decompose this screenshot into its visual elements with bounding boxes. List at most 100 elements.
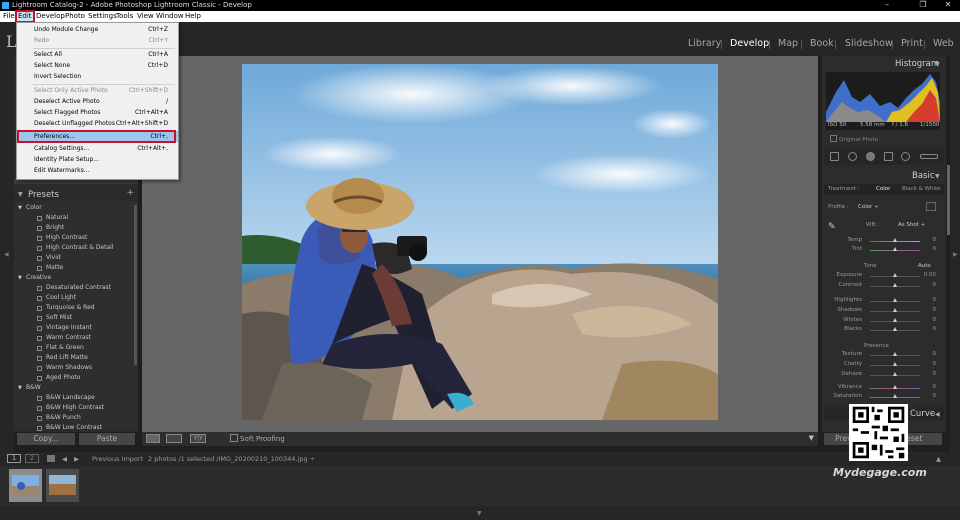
- preset-item[interactable]: Desaturated Contrast: [37, 284, 111, 291]
- preset-item[interactable]: Bright: [37, 224, 64, 231]
- slider-knob[interactable]: [893, 273, 897, 277]
- tone-auto-button[interactable]: Auto: [918, 263, 931, 269]
- copy-button[interactable]: Copy...: [17, 433, 75, 445]
- menu-view[interactable]: View: [135, 11, 156, 22]
- menu-item-catalog-settings[interactable]: Catalog Settings... Ctrl+Alt+,: [17, 143, 178, 154]
- preset-group[interactable]: ▼ Creative: [18, 274, 51, 281]
- preset-item[interactable]: Vintage Instant: [37, 324, 92, 331]
- graduated-filter-icon[interactable]: [884, 152, 893, 161]
- slider-knob[interactable]: [893, 298, 897, 302]
- preset-item[interactable]: Warm Shadows: [37, 364, 92, 371]
- adjustment-brush-icon[interactable]: [920, 154, 938, 159]
- right-edge-strip[interactable]: ▶: [950, 56, 960, 456]
- eyedropper-icon[interactable]: ✎: [828, 222, 836, 232]
- module-library[interactable]: Library: [688, 38, 721, 49]
- grid-view-icon[interactable]: [47, 455, 55, 462]
- menu-item-select-flagged[interactable]: Select Flagged Photos Ctrl+Alt+A: [17, 107, 178, 118]
- basic-collapse-icon[interactable]: ▼: [935, 173, 940, 180]
- add-preset-icon[interactable]: +: [126, 188, 134, 198]
- menu-item-select-none[interactable]: Select None Ctrl+D: [17, 60, 178, 71]
- paste-button[interactable]: Paste: [79, 433, 135, 445]
- main-photo[interactable]: [242, 64, 718, 420]
- preset-item[interactable]: Cool Light: [37, 294, 76, 301]
- module-slideshow[interactable]: Slideshow: [845, 38, 893, 49]
- compare-view-icon[interactable]: [166, 434, 182, 443]
- slider-knob[interactable]: [893, 394, 897, 398]
- source-label[interactable]: Previous Import: [92, 455, 143, 463]
- left-edge-strip[interactable]: ◀: [0, 56, 14, 456]
- preset-item[interactable]: Turquoise & Red: [37, 304, 95, 311]
- close-button[interactable]: ✕: [936, 0, 960, 11]
- menu-file[interactable]: File: [1, 11, 17, 22]
- slider-value[interactable]: 0: [922, 317, 937, 323]
- histogram-collapse-icon[interactable]: ▼: [935, 61, 940, 68]
- preset-item[interactable]: Natural: [37, 214, 68, 221]
- menu-item-deselect-unflagged[interactable]: Deselect Unflagged Photos Ctrl+Alt+Shift…: [17, 118, 178, 129]
- basic-title[interactable]: Basic: [912, 171, 935, 181]
- preset-group[interactable]: ▼ B&W: [18, 384, 41, 391]
- slider-knob[interactable]: [893, 283, 897, 287]
- slider-value[interactable]: 0: [922, 237, 937, 243]
- preset-item[interactable]: High Contrast & Detail: [37, 244, 114, 251]
- slider-value[interactable]: 0: [922, 371, 937, 377]
- left-scrollbar[interactable]: [134, 205, 137, 365]
- preset-item[interactable]: Flat & Green: [37, 344, 84, 351]
- menu-tools[interactable]: Tools: [114, 11, 135, 22]
- original-photo-checkbox[interactable]: Original Photo: [830, 135, 878, 143]
- slider-value[interactable]: 0: [922, 282, 937, 288]
- menu-help[interactable]: Help: [183, 11, 203, 22]
- menu-item-deselect-active[interactable]: Deselect Active Photo /: [17, 96, 178, 107]
- menu-edit[interactable]: Edit: [15, 10, 35, 23]
- menu-window[interactable]: Window: [154, 11, 186, 22]
- slider-knob[interactable]: [893, 238, 897, 242]
- slider-knob[interactable]: [893, 318, 897, 322]
- menu-item-edit-watermarks[interactable]: Edit Watermarks...: [17, 165, 178, 176]
- module-develop[interactable]: Develop: [730, 38, 769, 49]
- slider-value[interactable]: 0: [922, 393, 937, 399]
- slider-knob[interactable]: [893, 362, 897, 366]
- loupe-view-icon[interactable]: [146, 434, 160, 443]
- filmstrip-scroll-arrow-icon[interactable]: ▲: [936, 455, 941, 463]
- slider-value[interactable]: 0.00: [922, 272, 936, 278]
- preset-item[interactable]: B&W Landscape: [37, 394, 95, 401]
- slider-value[interactable]: 0: [922, 384, 937, 390]
- preset-item[interactable]: B&W Punch: [37, 414, 81, 421]
- menu-develop[interactable]: Develop: [34, 11, 67, 22]
- preset-item[interactable]: Warm Contrast: [37, 334, 91, 341]
- filmstrip-thumbnail-selected[interactable]: [9, 469, 42, 502]
- toolbar-menu-arrow-icon[interactable]: ▼: [809, 434, 814, 442]
- menu-photo[interactable]: Photo: [63, 11, 87, 22]
- presets-header[interactable]: ▼ Presets +: [14, 188, 138, 202]
- soft-proofing-checkbox[interactable]: [230, 434, 238, 442]
- maximize-button[interactable]: ❐: [911, 0, 935, 11]
- slider-knob[interactable]: [893, 352, 897, 356]
- minimize-button[interactable]: –: [875, 0, 899, 11]
- slider-value[interactable]: 0: [922, 351, 937, 357]
- back-arrow-icon[interactable]: ◀: [62, 455, 67, 463]
- slider-knob[interactable]: [893, 385, 897, 389]
- preset-item[interactable]: B&W High Contrast: [37, 404, 104, 411]
- slider-knob[interactable]: [893, 308, 897, 312]
- treatment-color-option[interactable]: Color: [876, 186, 890, 192]
- slider-value[interactable]: 0: [922, 326, 937, 332]
- treatment-bw-option[interactable]: Black & White: [902, 186, 941, 192]
- preset-item[interactable]: Vivid: [37, 254, 61, 261]
- before-after-icon[interactable]: Y|Y: [190, 434, 206, 443]
- original-photo-box[interactable]: [830, 135, 837, 142]
- forward-arrow-icon[interactable]: ▶: [74, 455, 79, 463]
- menu-item-invert-selection[interactable]: Invert Selection: [17, 71, 178, 82]
- filmstrip-thumbnail[interactable]: [46, 469, 79, 502]
- preset-item[interactable]: High Contrast: [37, 234, 87, 241]
- profile-dropdown[interactable]: Color ÷: [858, 204, 879, 210]
- slider-value[interactable]: 0: [922, 246, 937, 252]
- slider-value[interactable]: 0: [922, 307, 937, 313]
- crop-tool-icon[interactable]: [830, 152, 839, 161]
- preset-item[interactable]: Soft Mist: [37, 314, 72, 321]
- menu-item-select-all[interactable]: Select All Ctrl+A: [17, 49, 178, 60]
- preset-group[interactable]: ▼ Color: [18, 204, 42, 211]
- slider-knob[interactable]: [893, 327, 897, 331]
- preset-item[interactable]: Red Lift Matte: [37, 354, 88, 361]
- menu-item-identity-plate[interactable]: Identity Plate Setup...: [17, 154, 178, 165]
- page-1-button[interactable]: 1: [7, 454, 21, 463]
- profile-browser-icon[interactable]: [926, 202, 936, 211]
